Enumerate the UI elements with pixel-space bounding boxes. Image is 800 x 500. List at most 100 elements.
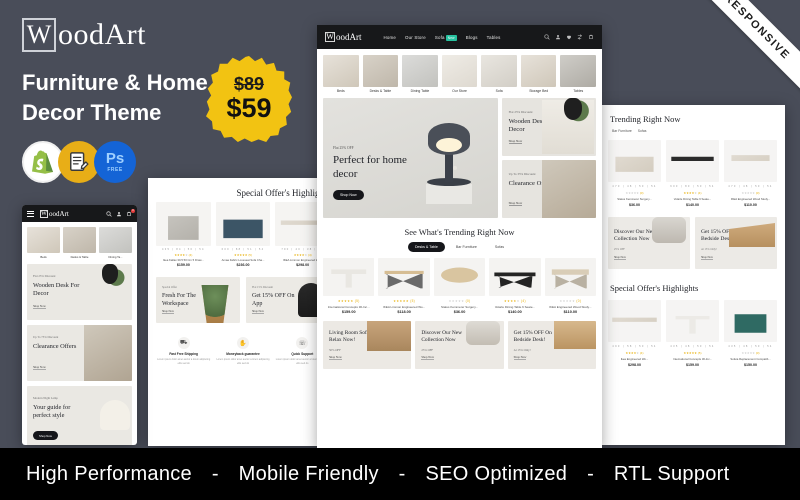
promo-banner[interactable]: Discover Our New Collection Now 25% OFF … bbox=[608, 217, 690, 269]
promo-banner[interactable]: Flat 25% Discount Wooden Desk For Decor … bbox=[27, 264, 132, 320]
search-icon[interactable] bbox=[106, 210, 112, 217]
banner-tag: At 15% Only! bbox=[701, 248, 717, 251]
banner-link[interactable]: Shop Now bbox=[701, 256, 713, 260]
tab-bar-furniture[interactable]: Bar Furniture bbox=[449, 242, 484, 252]
list-item[interactable]: 435 | 84 | 50 | 54 ★★★★★ (4) Ikea Kallax… bbox=[156, 202, 211, 267]
list-item[interactable]: ★★★★★ (4) Volarle Dining Table 6 Seate..… bbox=[489, 258, 541, 314]
tab-desks-table[interactable]: Desks & Table bbox=[407, 242, 445, 252]
product-sizes: 435 | 48 | 50 | 54 bbox=[670, 345, 715, 348]
tab-bar-furniture[interactable]: Bar Furniture bbox=[612, 129, 632, 133]
list-item[interactable]: 600 | 80 | 50 | 54 ★★★★★ (4) Volarle Din… bbox=[666, 140, 719, 207]
banner-link[interactable]: Shop Now bbox=[421, 355, 435, 360]
price-badge: $89 $59 bbox=[206, 56, 292, 142]
list-item[interactable]: 470 | 48 | 50 | 54 ★★★★★ (0) IKEA Engine… bbox=[724, 140, 777, 207]
search-icon[interactable] bbox=[544, 34, 550, 40]
nav-tables[interactable]: Tables bbox=[487, 35, 501, 40]
trending-heading: See What's Trending Right Now bbox=[404, 227, 515, 237]
category-item[interactable]: Dining Table bbox=[402, 55, 438, 93]
category-strip: Beds Desks & Table Dining Table Our Stor… bbox=[317, 49, 602, 95]
product-image bbox=[215, 202, 271, 246]
user-icon[interactable] bbox=[555, 34, 561, 40]
support-icon: ☏ bbox=[296, 337, 309, 349]
main-nav: Home Our Store Sofa New Blogs Tables bbox=[384, 34, 501, 41]
list-item[interactable]: ★★★★★ (5) International Concepts 30-Inc.… bbox=[323, 258, 375, 314]
hero-tag: Flat 25% OFF bbox=[333, 146, 354, 150]
tab-sofas[interactable]: Sofas bbox=[488, 242, 511, 252]
category-item[interactable]: Tables bbox=[560, 55, 597, 93]
promo-banner[interactable]: Flat 25% Discount Wooden Desk For Decor … bbox=[501, 98, 596, 156]
category-item[interactable]: Dining Ta... bbox=[99, 227, 132, 259]
category-item[interactable]: Storage Bed bbox=[520, 55, 557, 93]
right-product-grid-top: 470 | 48 | 50 | 54 ★★★★★ (0) Status Kemm… bbox=[600, 133, 785, 207]
banner-link[interactable]: Shop Now bbox=[513, 355, 527, 360]
nav-sofa[interactable]: Sofa New bbox=[435, 34, 457, 41]
banner-link[interactable]: Shop Now bbox=[33, 304, 46, 309]
list-item[interactable]: ★★★★★ (0) IKEA Engineered Wood Study... … bbox=[544, 258, 597, 314]
footer-features: High Performance - Mobile Friendly - SEO… bbox=[0, 463, 729, 486]
thumbs-up-icon: ✋ bbox=[236, 337, 249, 349]
banner-link[interactable]: Shop Now bbox=[162, 310, 174, 314]
brand-logo-letter: W bbox=[26, 20, 52, 49]
feature-item: ✋ Moneyback guarantee Lorem ipsum dolor … bbox=[215, 337, 270, 365]
footer-separator: - bbox=[587, 462, 595, 485]
banner-link[interactable]: Shop Now bbox=[329, 355, 342, 360]
list-item[interactable]: 490 | 58 | 50 | 54 ★★★★★ (4) Ikea Engine… bbox=[608, 300, 661, 367]
banner-link[interactable]: Shop Now bbox=[33, 365, 46, 370]
category-item[interactable]: Sofa bbox=[481, 55, 517, 93]
nav-blogs[interactable]: Blogs bbox=[466, 35, 478, 40]
hero-section: Flat 25% OFF Perfect for home decor Shop… bbox=[317, 95, 602, 218]
hero-banner[interactable]: Flat 25% OFF Perfect for home decor Shop… bbox=[323, 98, 498, 218]
category-item[interactable]: Desks & Table bbox=[63, 227, 96, 259]
hamburger-icon[interactable] bbox=[27, 210, 34, 217]
list-item[interactable]: 470 | 48 | 50 | 54 ★★★★★ (0) Status Kemm… bbox=[608, 140, 661, 207]
photoshop-free-label: FREE bbox=[107, 167, 123, 174]
feature-name: Moneyback guarantee bbox=[226, 352, 260, 356]
photoshop-icon: Ps FREE bbox=[94, 141, 136, 184]
cart-icon[interactable]: 0 bbox=[126, 208, 135, 217]
brand-logo-text: oodArt bbox=[58, 18, 146, 51]
wishlist-icon[interactable] bbox=[566, 34, 572, 40]
list-item[interactable]: 600 | 88 | 51 | 54 ★★★★★ (5) Amaa Fabric… bbox=[215, 202, 271, 267]
product-image bbox=[608, 140, 661, 182]
banner-link[interactable]: Shop Now bbox=[508, 201, 523, 206]
banner-button[interactable]: Shop Now bbox=[33, 431, 58, 440]
product-price: $236.00 bbox=[236, 263, 250, 267]
mobile-logo[interactable]: W oodArt bbox=[40, 209, 69, 218]
category-item[interactable]: Beds bbox=[27, 227, 60, 259]
promo-banner[interactable]: Up To 35% Discount Clearance Offers Shop… bbox=[501, 160, 596, 218]
product-name: International Concepts 30-Inc... bbox=[673, 357, 712, 361]
nav-our-store[interactable]: Our Store bbox=[405, 35, 426, 40]
nav-home[interactable]: Home bbox=[384, 35, 397, 40]
banner-title: Wooden Desk For Decor bbox=[33, 282, 80, 298]
lamp-illustration bbox=[425, 123, 472, 204]
banner-link[interactable]: Shop Now bbox=[508, 139, 523, 144]
promo-banner[interactable]: Discover Our New Collection Now 25% OFF … bbox=[415, 321, 504, 369]
promo-banner[interactable]: Get 15% OFF On Bedside Desk! At 15% Only… bbox=[695, 217, 777, 269]
truck-icon: ⛟ bbox=[177, 337, 190, 349]
product-image bbox=[544, 258, 597, 296]
banner-tag: Up To 35% Discount bbox=[508, 172, 536, 176]
product-sizes: 490 | 58 | 50 | 54 bbox=[612, 345, 657, 348]
banner-link[interactable]: Shop Now bbox=[252, 310, 264, 314]
list-item[interactable]: 435 | 48 | 50 | 54 ★★★★★ (0) Sofeia Repl… bbox=[724, 300, 777, 367]
hero-shop-now-button[interactable]: Shop Now bbox=[333, 190, 364, 200]
product-price: $159.00 bbox=[686, 363, 699, 367]
list-item[interactable]: 435 | 48 | 50 | 54 ★★★★★ (5) Internation… bbox=[666, 300, 719, 367]
list-item[interactable]: ★★★★★ (5) IKEA Limmon Engineered Wo... $… bbox=[378, 258, 430, 314]
tab-sofas[interactable]: Sofas bbox=[638, 129, 647, 133]
promo-banner[interactable]: Special Offer Fresh For The Workspace Sh… bbox=[156, 277, 240, 323]
promo-banner[interactable]: Get 15% OFF On Bedside Desk! At 15% Only… bbox=[507, 321, 596, 369]
promo-banner[interactable]: Living Room Sofa Relax Now! 50% OFF Shop… bbox=[323, 321, 412, 369]
list-item[interactable]: ★★★★★ (0) Status Kemmerer Surgery... $36… bbox=[433, 258, 486, 314]
site-logo[interactable]: W oodArt bbox=[325, 32, 362, 42]
category-item[interactable]: Our Store bbox=[441, 55, 478, 93]
promo-banner[interactable]: Up To 75% Discount Clearance Offers Shop… bbox=[27, 325, 132, 381]
cart-icon[interactable] bbox=[588, 34, 594, 40]
compare-icon[interactable] bbox=[577, 34, 583, 40]
product-name: Status Kemmerer Surgery... bbox=[441, 304, 478, 309]
category-item[interactable]: Desks & Table bbox=[362, 55, 399, 93]
promo-banner[interactable]: Modern Night Lamp Your guide for perfect… bbox=[27, 386, 132, 445]
user-icon[interactable] bbox=[116, 211, 122, 217]
category-item[interactable]: Beds bbox=[323, 55, 359, 93]
banner-link[interactable]: Shop Now bbox=[614, 256, 626, 260]
